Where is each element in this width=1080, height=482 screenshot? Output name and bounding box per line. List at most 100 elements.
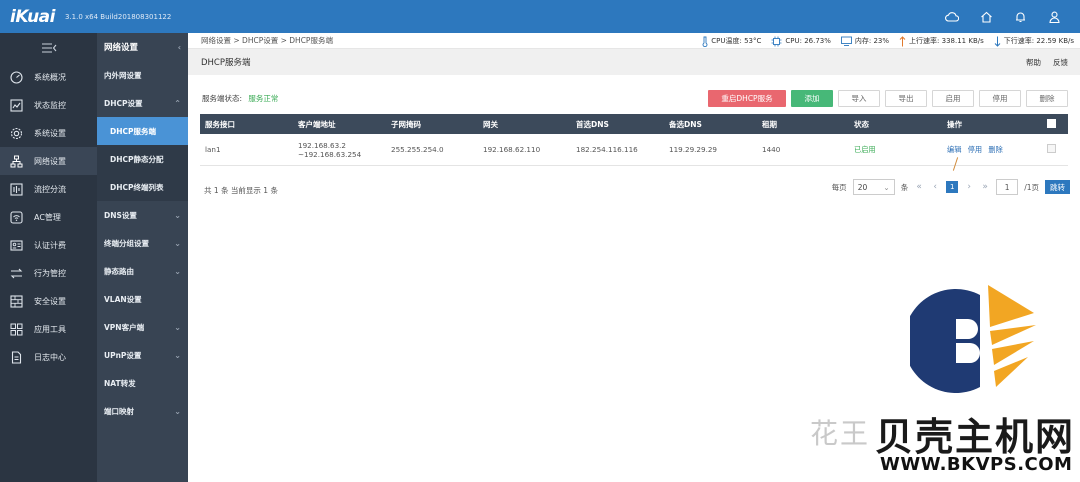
- page-number-input[interactable]: 1: [996, 179, 1019, 195]
- chevron-down-icon: ⌄: [174, 322, 181, 332]
- top-bar: iKuai 3.1.0 x64 Build201808301122: [0, 0, 1080, 33]
- subnav-item-label: DHCP静态分配: [110, 154, 164, 164]
- subnav-item-static-route[interactable]: 静态路由 ⌄: [97, 257, 188, 285]
- bell-icon[interactable]: [1012, 9, 1028, 25]
- enable-button[interactable]: 启用: [932, 90, 974, 107]
- sidebar-item-overview[interactable]: 系统概况: [0, 63, 97, 91]
- gear-icon: [9, 126, 23, 140]
- per-page-value: 20: [857, 182, 868, 192]
- user-icon[interactable]: [1046, 9, 1062, 25]
- watermark-url: WWW.BKVPS.COM: [880, 454, 1073, 475]
- cell-lease: 1440: [762, 145, 781, 154]
- client-range-end: ~192.168.63.254: [298, 149, 362, 159]
- cloud-icon[interactable]: [944, 9, 960, 25]
- import-button[interactable]: 导入: [838, 90, 880, 107]
- edit-link[interactable]: 编辑: [947, 145, 961, 154]
- export-button[interactable]: 导出: [885, 90, 927, 107]
- flow-icon: [9, 182, 23, 196]
- chevron-down-icon: ⌄: [174, 350, 181, 360]
- chevron-up-icon: ⌃: [174, 98, 181, 108]
- download-text: 下行速率: 22.59 KB/s: [1003, 37, 1074, 45]
- feedback-link[interactable]: 反馈: [1053, 57, 1068, 68]
- ikuai-logo: iKuai: [10, 6, 55, 27]
- subnav-item-upnp[interactable]: UPnP设置 ⌄: [97, 341, 188, 369]
- chevron-left-icon: ‹: [177, 42, 181, 52]
- pagination: 每页 20 ⌄ 条 « ‹ 1 › » 1 /1页 跳转: [832, 179, 1070, 195]
- delete-link[interactable]: 删除: [988, 145, 1002, 154]
- memory-stat: 内存: 23%: [840, 36, 889, 46]
- subnav-item-dhcp-clients[interactable]: DHCP终端列表: [97, 173, 188, 201]
- column-header[interactable]: 子网掩码: [386, 119, 478, 130]
- sidebar-item-auth[interactable]: 认证计费: [0, 231, 97, 259]
- sidebar-item-tools[interactable]: 应用工具: [0, 315, 97, 343]
- column-header[interactable]: 服务接口: [200, 119, 293, 130]
- disable-button[interactable]: 停用: [979, 90, 1021, 107]
- cell-client-range: 192.168.63.2 ~192.168.63.254: [293, 141, 386, 159]
- sidebar-item-ac[interactable]: AC管理: [0, 203, 97, 231]
- row-checkbox-cell[interactable]: [1042, 144, 1068, 155]
- column-header[interactable]: 租期: [757, 119, 849, 130]
- home-icon[interactable]: [978, 9, 994, 25]
- total-pages-text: /1页: [1024, 182, 1039, 192]
- subnav-item-groups[interactable]: 终端分组设置 ⌄: [97, 229, 188, 257]
- current-page-button[interactable]: 1: [946, 181, 959, 193]
- record-summary: 共 1 条 当前显示 1 条: [204, 186, 278, 195]
- first-page-icon[interactable]: «: [914, 182, 924, 192]
- next-page-icon[interactable]: ›: [964, 182, 974, 192]
- monitor-icon: [9, 98, 23, 112]
- help-link[interactable]: 帮助: [1026, 57, 1041, 68]
- wifi-icon: [9, 210, 23, 224]
- status-bar: 网络设置 > DHCP设置 > DHCP服务端 CPU温度: 53°C CPU:…: [188, 33, 1080, 49]
- subnav-item-dhcp[interactable]: DHCP设置 ⌃: [97, 89, 188, 117]
- go-button[interactable]: 跳转: [1045, 180, 1070, 194]
- subnav-item-nat[interactable]: NAT转发: [97, 369, 188, 397]
- last-page-icon[interactable]: »: [980, 182, 990, 192]
- select-all-checkbox[interactable]: [1042, 118, 1068, 130]
- column-header[interactable]: 首选DNS: [571, 119, 664, 130]
- sidebar-item-security[interactable]: 安全设置: [0, 287, 97, 315]
- sidebar-item-logs[interactable]: 日志中心: [0, 343, 97, 371]
- subnav-title[interactable]: 网络设置 ‹: [97, 33, 188, 61]
- sidebar-item-flow[interactable]: 流控分流: [0, 175, 97, 203]
- sidebar-item-behavior[interactable]: 行为管控: [0, 259, 97, 287]
- menu-collapse-icon: [41, 43, 56, 53]
- subnav-item-lan-wan[interactable]: 内外网设置: [97, 61, 188, 89]
- sidebar-item-label: 网络设置: [34, 156, 66, 166]
- column-header[interactable]: 备选DNS: [664, 119, 757, 130]
- subnav-item-vlan[interactable]: VLAN设置: [97, 285, 188, 313]
- table-row[interactable]: lan1 192.168.63.2 ~192.168.63.254 255.25…: [200, 134, 1068, 166]
- subnav-item-dhcp-static[interactable]: DHCP静态分配: [97, 145, 188, 173]
- subnav-item-port-mapping[interactable]: 端口映射 ⌄: [97, 397, 188, 425]
- restart-dhcp-button[interactable]: 重启DHCP服务: [708, 90, 786, 107]
- sidebar-item-label: 应用工具: [34, 324, 66, 334]
- title-links: 帮助 反馈: [1026, 49, 1068, 75]
- disable-link[interactable]: 停用: [968, 145, 982, 154]
- subnav-title-label: 网络设置: [104, 43, 139, 53]
- sidebar-toggle[interactable]: [0, 33, 97, 63]
- delete-button[interactable]: 删除: [1026, 90, 1068, 107]
- subnav-item-label: DHCP设置: [104, 98, 143, 108]
- column-header[interactable]: 网关: [478, 119, 571, 130]
- row-checkbox[interactable]: [1047, 144, 1056, 153]
- prev-page-icon[interactable]: ‹: [930, 182, 940, 192]
- top-icons: [944, 0, 1062, 33]
- sidebar-item-label: AC管理: [34, 212, 61, 222]
- sidebar-item-monitor[interactable]: 状态监控: [0, 91, 97, 119]
- chevron-down-icon: ⌄: [174, 266, 181, 276]
- column-header[interactable]: 状态: [849, 119, 942, 130]
- column-header[interactable]: 客户端地址: [293, 119, 386, 130]
- subnav-item-dhcp-server[interactable]: DHCP服务端: [97, 117, 188, 145]
- bkvps-logo-icon: [910, 285, 1036, 393]
- add-button[interactable]: 添加: [791, 90, 833, 107]
- sidebar-item-system[interactable]: 系统设置: [0, 119, 97, 147]
- subnav-item-dns[interactable]: DNS设置 ⌄: [97, 201, 188, 229]
- subnav-item-label: 内外网设置: [104, 70, 142, 80]
- subnav-item-label: UPnP设置: [104, 350, 142, 360]
- subnav-item-vpn-client[interactable]: VPN客户端 ⌄: [97, 313, 188, 341]
- gauge-icon: [9, 70, 23, 84]
- checkbox-box[interactable]: [1047, 118, 1056, 128]
- subnav-item-label: 静态路由: [104, 266, 134, 276]
- per-page-select[interactable]: 20 ⌄: [852, 179, 895, 195]
- sidebar-item-network[interactable]: 网络设置: [0, 147, 97, 175]
- upload-text: 上行速率: 338.11 KB/s: [909, 37, 984, 45]
